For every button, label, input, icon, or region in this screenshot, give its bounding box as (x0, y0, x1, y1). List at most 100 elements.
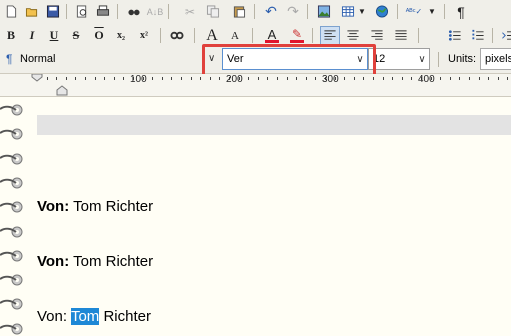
ruler-label: 100 (130, 74, 147, 85)
undo-icon[interactable]: ↶ (261, 2, 281, 21)
notebook-ring-icon (0, 153, 23, 165)
ruler-tick (344, 77, 345, 80)
bold-button[interactable]: B (1, 26, 21, 45)
line-bold-label: Von: (37, 198, 70, 215)
ruler-tick (296, 77, 297, 80)
selected-text[interactable]: Tom (70, 308, 100, 325)
align-left-button[interactable] (320, 26, 340, 45)
ruler-tick (85, 77, 86, 80)
bullet-list-icon[interactable] (445, 26, 465, 45)
ruler-tick (383, 77, 384, 80)
chevron-down-icon[interactable]: ∨ (415, 54, 429, 65)
insert-table-icon[interactable] (338, 2, 358, 21)
notebook-ring-icon (0, 104, 23, 116)
font-size-combo[interactable]: 12 ∨ (368, 48, 430, 70)
superscript-button[interactable]: x² (134, 26, 154, 45)
save-icon[interactable] (43, 2, 63, 21)
notebook-ring-icon (0, 250, 23, 262)
ruler-tick (440, 77, 441, 80)
paragraph-style-icon: ¶ (6, 52, 13, 66)
units-select-value[interactable]: pixels (481, 53, 511, 65)
line-bold-label: Von: (37, 253, 70, 270)
open-folder-icon[interactable] (22, 2, 42, 21)
table-dropdown-chevron-icon[interactable]: ▼ (356, 2, 368, 21)
underline-button[interactable]: U (44, 26, 64, 45)
ruler: 100 200 300 400 (0, 74, 511, 97)
subscript-button[interactable]: x₂ (111, 26, 131, 45)
ruler-tick (75, 77, 76, 80)
grow-font-button[interactable]: A (202, 26, 222, 45)
line-suffix: Richter (99, 308, 151, 325)
ruler-tick (479, 77, 480, 80)
ruler-tick (498, 77, 499, 80)
ruler-tick (488, 77, 489, 80)
link-chain-icon[interactable] (167, 26, 187, 45)
spellcheck-icon[interactable]: ᴬᴮᶜ✓ (404, 2, 424, 21)
ruler-tick (47, 77, 48, 80)
pilcrow-icon[interactable]: ¶ (451, 2, 471, 21)
align-right-button[interactable] (367, 26, 387, 45)
justify-button[interactable] (391, 26, 411, 45)
ruler-tick (373, 77, 374, 80)
overline-button[interactable]: O (89, 26, 109, 45)
ruler-label: 300 (322, 74, 339, 85)
ruler-tick (315, 77, 316, 80)
notebook-ring-icon (0, 298, 23, 310)
gray-paragraph-bar (37, 115, 511, 135)
ruler-label: 200 (226, 74, 243, 85)
ruler-tick (114, 77, 115, 80)
notebook-ring-icon (0, 201, 23, 213)
line-prefix: Von: (37, 308, 71, 325)
copy-icon[interactable] (203, 2, 223, 21)
ruler-tick (392, 77, 393, 80)
main-toolbar: A↓B ✂ ↶ ↷ ▼ ᴬᴮᶜ✓ ▼ ¶ (0, 0, 511, 25)
document-area[interactable]: Von: Tom Richter Von: Tom Richter Von: T… (0, 97, 511, 336)
redo-icon[interactable]: ↷ (283, 2, 303, 21)
print-icon[interactable] (93, 2, 113, 21)
ruler-tick (191, 77, 192, 80)
ruler-tick (56, 77, 57, 80)
style-select-value[interactable]: Normal (20, 53, 55, 65)
align-center-button[interactable] (343, 26, 363, 45)
document-line-selected: Von: Tom Richter (37, 308, 151, 325)
line-text: Tom Richter (73, 253, 154, 270)
shrink-font-button[interactable]: A (225, 26, 245, 45)
left-indent-marker-icon[interactable] (56, 84, 68, 96)
font-color-icon: A (267, 26, 277, 42)
italic-button[interactable]: I (22, 26, 42, 45)
ruler-tick (95, 77, 96, 80)
notebook-ring-icon (0, 323, 23, 335)
ruler-tick (66, 77, 67, 80)
ruler-tick (267, 77, 268, 80)
find-replace-icon[interactable]: A↓B (145, 2, 165, 21)
ruler-tick (200, 77, 201, 80)
notebook-ring-icon (0, 128, 23, 140)
font-color-button[interactable]: A (262, 26, 282, 45)
ruler-label: 400 (418, 74, 435, 85)
notebook-ring-icon (0, 226, 23, 238)
first-line-indent-marker-icon[interactable] (31, 74, 43, 82)
indent-icon[interactable] (498, 26, 511, 45)
ruler-tick (354, 77, 355, 80)
new-document-icon[interactable] (1, 2, 21, 21)
find-icon[interactable] (124, 2, 144, 21)
strikethrough-button[interactable]: S (66, 26, 86, 45)
numbered-list-icon[interactable] (468, 26, 488, 45)
print-preview-icon[interactable] (72, 2, 92, 21)
document-line: Von: Tom Richter (37, 253, 153, 270)
highlight-color-button[interactable]: ✎ (287, 26, 307, 45)
cut-icon[interactable]: ✂ (180, 2, 200, 21)
spellcheck-dropdown-chevron-icon[interactable]: ▼ (426, 2, 438, 21)
ruler-tick (277, 77, 278, 80)
ruler-tick (363, 77, 364, 80)
line-text: Tom Richter (73, 198, 154, 215)
ruler-tick (248, 77, 249, 80)
units-select[interactable]: pixels (480, 48, 511, 70)
ruler-tick (210, 77, 211, 80)
document-line: Von: Tom Richter (37, 198, 153, 215)
paste-icon[interactable] (229, 2, 249, 21)
insert-image-icon[interactable] (314, 2, 334, 21)
ruler-tick (507, 77, 508, 80)
insert-link-icon[interactable] (372, 2, 392, 21)
ruler-tick (469, 77, 470, 80)
